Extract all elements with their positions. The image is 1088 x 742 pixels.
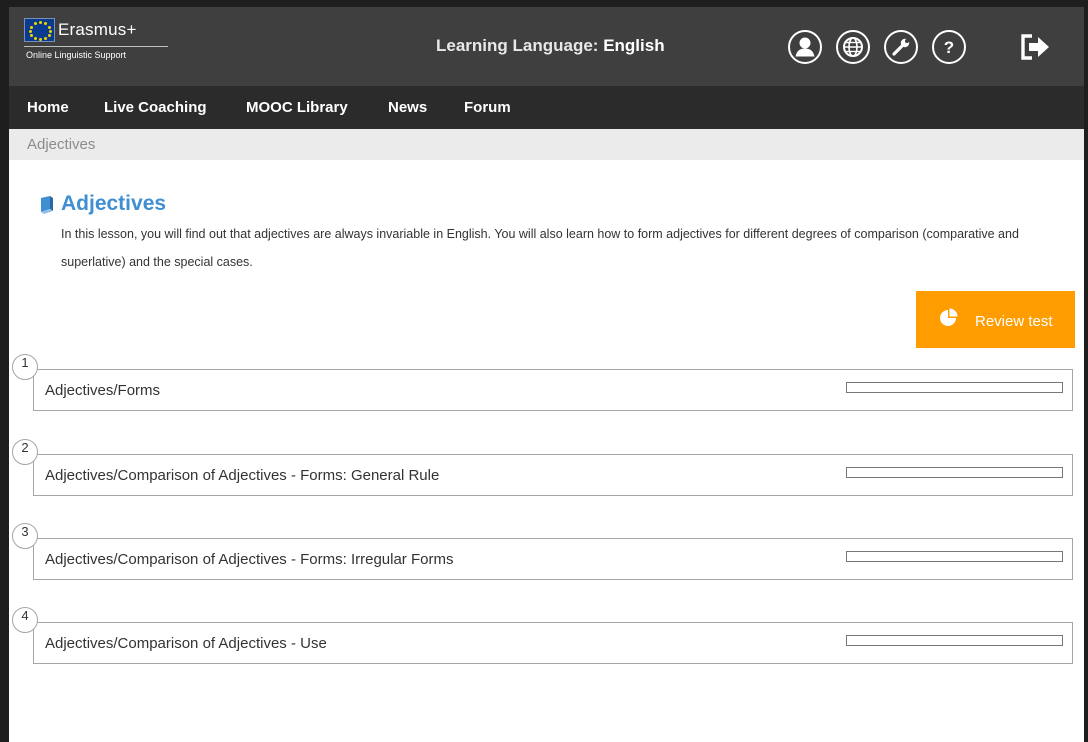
nav-item-news[interactable]: News [388, 99, 427, 116]
lesson-progress-bar [846, 635, 1063, 646]
nav-item-live-coaching[interactable]: Live Coaching [104, 99, 207, 116]
lesson-number-badge: 2 [12, 439, 38, 465]
lesson-item-2[interactable]: Adjectives/Comparison of Adjectives - Fo… [33, 454, 1073, 496]
help-icon[interactable]: ? [932, 30, 966, 64]
app-header: Erasmus+ Online Linguistic Support Learn… [9, 7, 1084, 86]
page-title: Adjectives [61, 192, 167, 215]
lesson-title: Adjectives/Forms [45, 382, 161, 399]
review-test-label: Review test [975, 313, 1053, 330]
learning-language-prefix: Learning Language: [436, 36, 604, 55]
breadcrumb: Adjectives [9, 129, 1084, 160]
lesson-item-4[interactable]: Adjectives/Comparison of Adjectives - Us… [33, 622, 1073, 664]
lesson-title: Adjectives/Comparison of Adjectives - Us… [45, 635, 327, 652]
lesson-number: 1 [21, 355, 29, 370]
lesson-progress-bar [846, 551, 1063, 562]
lesson-title: Adjectives/Comparison of Adjectives - Fo… [45, 467, 440, 484]
review-test-button[interactable]: Review test [916, 291, 1075, 348]
logout-icon[interactable] [1019, 30, 1053, 64]
book-icon [41, 196, 53, 214]
lesson-number: 3 [21, 524, 29, 539]
lesson-number: 4 [21, 608, 29, 623]
nav-item-home[interactable]: Home [27, 99, 69, 116]
eu-flag-icon [24, 18, 55, 42]
window-frame-right [1084, 0, 1088, 742]
wrench-icon[interactable] [884, 30, 918, 64]
lesson-number-badge: 4 [12, 607, 38, 633]
user-profile-icon[interactable] [788, 30, 822, 64]
svg-text:?: ? [944, 38, 954, 57]
pie-chart-icon [940, 308, 958, 326]
main-navbar: Home Live Coaching MOOC Library News For… [9, 86, 1084, 129]
logo-divider [24, 46, 168, 47]
lesson-title: Adjectives/Comparison of Adjectives - Fo… [45, 551, 454, 568]
lesson-number: 2 [21, 440, 29, 455]
breadcrumb-current: Adjectives [27, 136, 96, 153]
lesson-number-badge: 3 [12, 523, 38, 549]
erasmus-logo[interactable]: Erasmus+ Online Linguistic Support [24, 18, 168, 60]
learning-language-value: English [603, 36, 665, 55]
window-frame-top [0, 0, 1088, 7]
lesson-item-1[interactable]: Adjectives/Forms [33, 369, 1073, 411]
nav-item-mooc-library[interactable]: MOOC Library [246, 99, 348, 116]
lesson-item-3[interactable]: Adjectives/Comparison of Adjectives - Fo… [33, 538, 1073, 580]
lesson-number-badge: 1 [12, 354, 38, 380]
logo-title: Erasmus+ [58, 20, 137, 39]
window-frame-left [0, 0, 9, 742]
globe-icon[interactable] [836, 30, 870, 64]
lesson-progress-bar [846, 467, 1063, 478]
logo-subtitle: Online Linguistic Support [26, 50, 127, 60]
lesson-description: In this lesson, you will find out that a… [61, 227, 1019, 269]
learning-language: Learning Language: English [436, 36, 665, 56]
nav-item-forum[interactable]: Forum [464, 99, 511, 116]
lesson-progress-bar [846, 382, 1063, 393]
